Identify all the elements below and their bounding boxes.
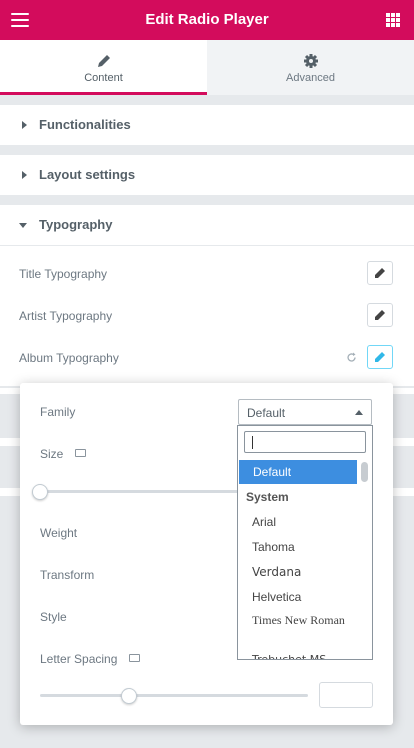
weight-label: Weight xyxy=(40,526,78,540)
text-cursor xyxy=(252,436,253,449)
section-typography[interactable]: Typography xyxy=(0,205,414,246)
family-label: Family xyxy=(40,405,76,419)
font-option-arial[interactable]: Arial xyxy=(238,510,358,534)
caret-down-icon xyxy=(19,223,27,228)
section-label: Layout settings xyxy=(39,167,136,182)
tab-content[interactable]: Content xyxy=(0,40,207,95)
artist-typography-edit-button[interactable] xyxy=(367,303,393,327)
top-bar: Edit Radio Player xyxy=(0,0,414,40)
pencil-icon xyxy=(375,352,385,362)
section-functionalities[interactable]: Functionalities xyxy=(0,105,414,146)
tab-advanced[interactable]: Advanced xyxy=(207,40,414,95)
letter-spacing-input[interactable] xyxy=(319,682,373,708)
tab-bar: Content Advanced xyxy=(0,40,414,95)
letter-spacing-slider-handle[interactable] xyxy=(121,688,137,704)
font-option-helvetica[interactable]: Helvetica xyxy=(238,585,358,609)
letter-spacing-label: Letter Spacing xyxy=(40,652,118,666)
tab-advanced-label: Advanced xyxy=(286,72,335,84)
album-typography-label: Album Typography xyxy=(19,351,119,365)
dropdown-scrollbar[interactable] xyxy=(361,462,368,482)
caret-right-icon xyxy=(22,121,27,129)
style-label: Style xyxy=(40,610,67,624)
panel-title: Edit Radio Player xyxy=(145,11,269,28)
pencil-icon xyxy=(97,55,110,67)
font-group-system: System xyxy=(246,490,289,504)
apps-grid-icon[interactable] xyxy=(386,13,400,27)
font-option-verdana[interactable]: Verdana xyxy=(238,560,358,584)
section-label: Typography xyxy=(39,217,113,232)
transform-label: Transform xyxy=(40,568,95,582)
gear-icon xyxy=(303,54,318,68)
font-option-times-new-roman[interactable]: Times New Roman xyxy=(238,612,348,642)
size-label: Size xyxy=(40,447,64,461)
font-option-default[interactable]: Default xyxy=(239,460,357,484)
font-option-tahoma[interactable]: Tahoma xyxy=(238,535,358,559)
desktop-icon[interactable] xyxy=(75,449,86,457)
desktop-icon[interactable] xyxy=(129,654,140,662)
chevron-up-icon xyxy=(355,410,363,415)
title-typography-edit-button[interactable] xyxy=(367,261,393,285)
font-search-input[interactable] xyxy=(244,431,366,453)
font-family-select[interactable]: Default xyxy=(238,399,372,425)
font-family-value: Default xyxy=(247,406,286,420)
tab-content-label: Content xyxy=(84,72,123,84)
caret-right-icon xyxy=(22,171,27,179)
font-option-trebuchet-ms[interactable]: Trebuchet MS xyxy=(238,648,358,659)
size-slider-track[interactable] xyxy=(40,490,240,493)
reset-icon[interactable] xyxy=(346,352,357,363)
size-slider-handle[interactable] xyxy=(32,484,48,500)
typography-panel: Title Typography Artist Typography Album… xyxy=(0,246,414,386)
pencil-icon xyxy=(375,268,385,278)
section-label: Functionalities xyxy=(39,117,131,132)
font-family-dropdown: Default System Arial Tahoma Verdana Helv… xyxy=(237,425,373,660)
album-typography-edit-button[interactable] xyxy=(367,345,393,369)
title-typography-label: Title Typography xyxy=(19,267,108,281)
artist-typography-label: Artist Typography xyxy=(19,309,113,323)
letter-spacing-slider-track[interactable] xyxy=(40,694,308,697)
section-layout-settings[interactable]: Layout settings xyxy=(0,155,414,196)
pencil-icon xyxy=(375,310,385,320)
